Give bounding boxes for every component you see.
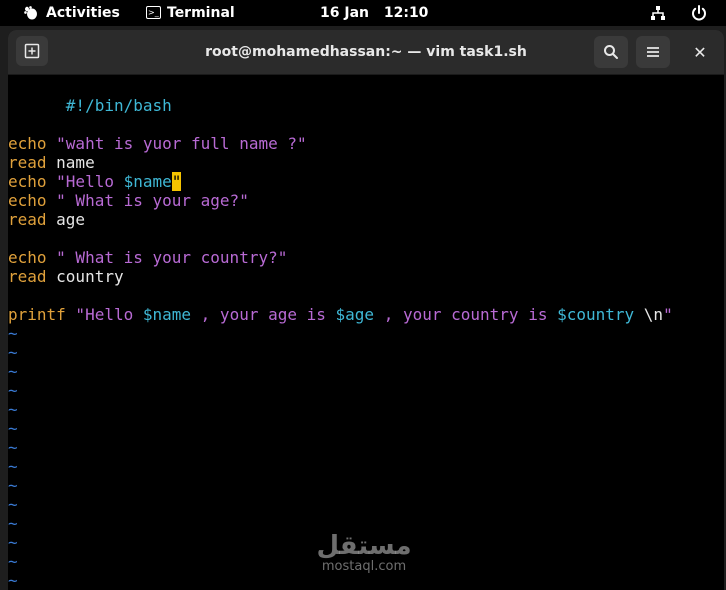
top-bar: Activities >_ Terminal 16 Jan 12:10 bbox=[0, 0, 726, 26]
code-line: read country bbox=[8, 267, 124, 286]
empty-line-tilde: ~ bbox=[8, 552, 18, 571]
close-icon: ✕ bbox=[693, 42, 707, 62]
network-icon[interactable] bbox=[650, 5, 666, 21]
power-icon[interactable] bbox=[690, 4, 708, 22]
variable: $country bbox=[557, 305, 635, 324]
code-line: printf "Hello $name , your age is $age ,… bbox=[8, 305, 673, 324]
empty-line-tilde: ~ bbox=[8, 362, 18, 381]
app-menu-terminal[interactable]: >_ Terminal bbox=[146, 0, 235, 26]
empty-line-tilde: ~ bbox=[8, 324, 18, 343]
keyword: echo bbox=[8, 248, 47, 267]
empty-line-tilde: ~ bbox=[8, 438, 18, 457]
string: "Hello bbox=[46, 172, 124, 191]
close-button[interactable]: ✕ bbox=[684, 36, 716, 68]
string: "Hello bbox=[65, 305, 143, 324]
keyword: read bbox=[8, 267, 47, 286]
variable: $age bbox=[335, 305, 375, 324]
string: , your age is bbox=[191, 305, 336, 324]
window-titlebar[interactable]: root@mohamedhassan:~ — vim task1.sh ✕ bbox=[8, 30, 724, 75]
text-cursor: " bbox=[171, 172, 182, 191]
activities-button[interactable]: Activities bbox=[24, 0, 120, 26]
keyword: echo bbox=[8, 172, 47, 191]
code-line: echo "Hello $name" bbox=[8, 172, 182, 191]
code-line: read age bbox=[8, 210, 85, 229]
clock-time: 12:10 bbox=[383, 5, 429, 21]
string: " bbox=[663, 305, 673, 324]
app-name-label: Terminal bbox=[167, 5, 235, 21]
string: " What is your age?" bbox=[46, 191, 249, 210]
code-line: echo " What is your country?" bbox=[8, 248, 287, 267]
code-line: #!/bin/bash bbox=[8, 77, 172, 115]
hamburger-icon bbox=[647, 47, 659, 57]
keyword: read bbox=[8, 153, 47, 172]
terminal-window: root@mohamedhassan:~ — vim task1.sh ✕ #!… bbox=[8, 30, 724, 590]
empty-line-tilde: ~ bbox=[8, 343, 18, 362]
empty-line-tilde: ~ bbox=[8, 495, 18, 514]
code-line: echo "waht is yuor full name ?" bbox=[8, 134, 307, 153]
keyword: echo bbox=[8, 191, 47, 210]
shebang: #!/bin/bash bbox=[65, 96, 172, 115]
string: "waht is yuor full name ?" bbox=[46, 134, 307, 153]
string: , your country is bbox=[374, 305, 558, 324]
terminal-icon: >_ bbox=[146, 6, 161, 19]
keyword: printf bbox=[8, 305, 66, 324]
gnome-icon bbox=[24, 6, 37, 20]
watermark-logo: مستقل mostaql.com bbox=[314, 532, 414, 574]
keyword: echo bbox=[8, 134, 47, 153]
empty-line-tilde: ~ bbox=[8, 476, 18, 495]
empty-line-tilde: ~ bbox=[8, 533, 18, 552]
escape-sequence: \n bbox=[634, 305, 664, 324]
empty-line-tilde: ~ bbox=[8, 419, 18, 438]
terminal-content[interactable]: #!/bin/bash echo "waht is yuor full name… bbox=[8, 75, 724, 590]
keyword: read bbox=[8, 210, 47, 229]
code-line: echo " What is your age?" bbox=[8, 191, 249, 210]
search-button[interactable] bbox=[594, 36, 628, 68]
empty-line-tilde: ~ bbox=[8, 514, 18, 533]
argument: name bbox=[46, 153, 95, 172]
watermark-arabic: مستقل bbox=[316, 531, 412, 561]
variable: $name bbox=[123, 172, 172, 191]
empty-line-tilde: ~ bbox=[8, 400, 18, 419]
argument: country bbox=[46, 267, 124, 286]
code-line: read name bbox=[8, 153, 95, 172]
empty-line-tilde: ~ bbox=[8, 571, 18, 590]
search-icon bbox=[604, 45, 618, 59]
string: " What is your country?" bbox=[46, 248, 288, 267]
activities-label: Activities bbox=[46, 5, 120, 21]
empty-line-tilde: ~ bbox=[8, 457, 18, 476]
clock[interactable]: 16 Jan 12:10 bbox=[320, 0, 428, 26]
argument: age bbox=[46, 210, 86, 229]
menu-button[interactable] bbox=[636, 36, 670, 68]
empty-line-tilde: ~ bbox=[8, 381, 18, 400]
watermark-latin: mostaql.com bbox=[321, 559, 407, 574]
variable: $name bbox=[142, 305, 192, 324]
clock-date: 16 Jan bbox=[320, 5, 369, 21]
